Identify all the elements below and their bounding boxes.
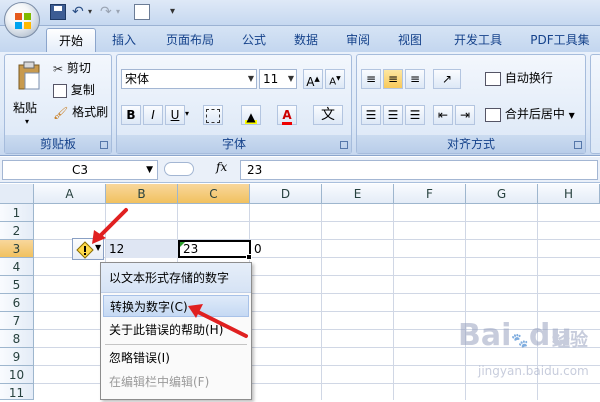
watermark-url: jingyan.baidu.com (478, 364, 589, 378)
arrow-to-convert-item (188, 304, 248, 338)
paw-icon: 🐾 (511, 333, 529, 349)
baidu-watermark: Bai🐾du 经验 jingyan.baidu.com (458, 318, 598, 398)
arrow-to-error-button (92, 208, 128, 244)
office-logo-icon (15, 13, 31, 29)
watermark-brand-text: Bai (458, 318, 512, 353)
office-button[interactable] (4, 2, 40, 38)
watermark-suffix: 经验 (552, 330, 588, 351)
